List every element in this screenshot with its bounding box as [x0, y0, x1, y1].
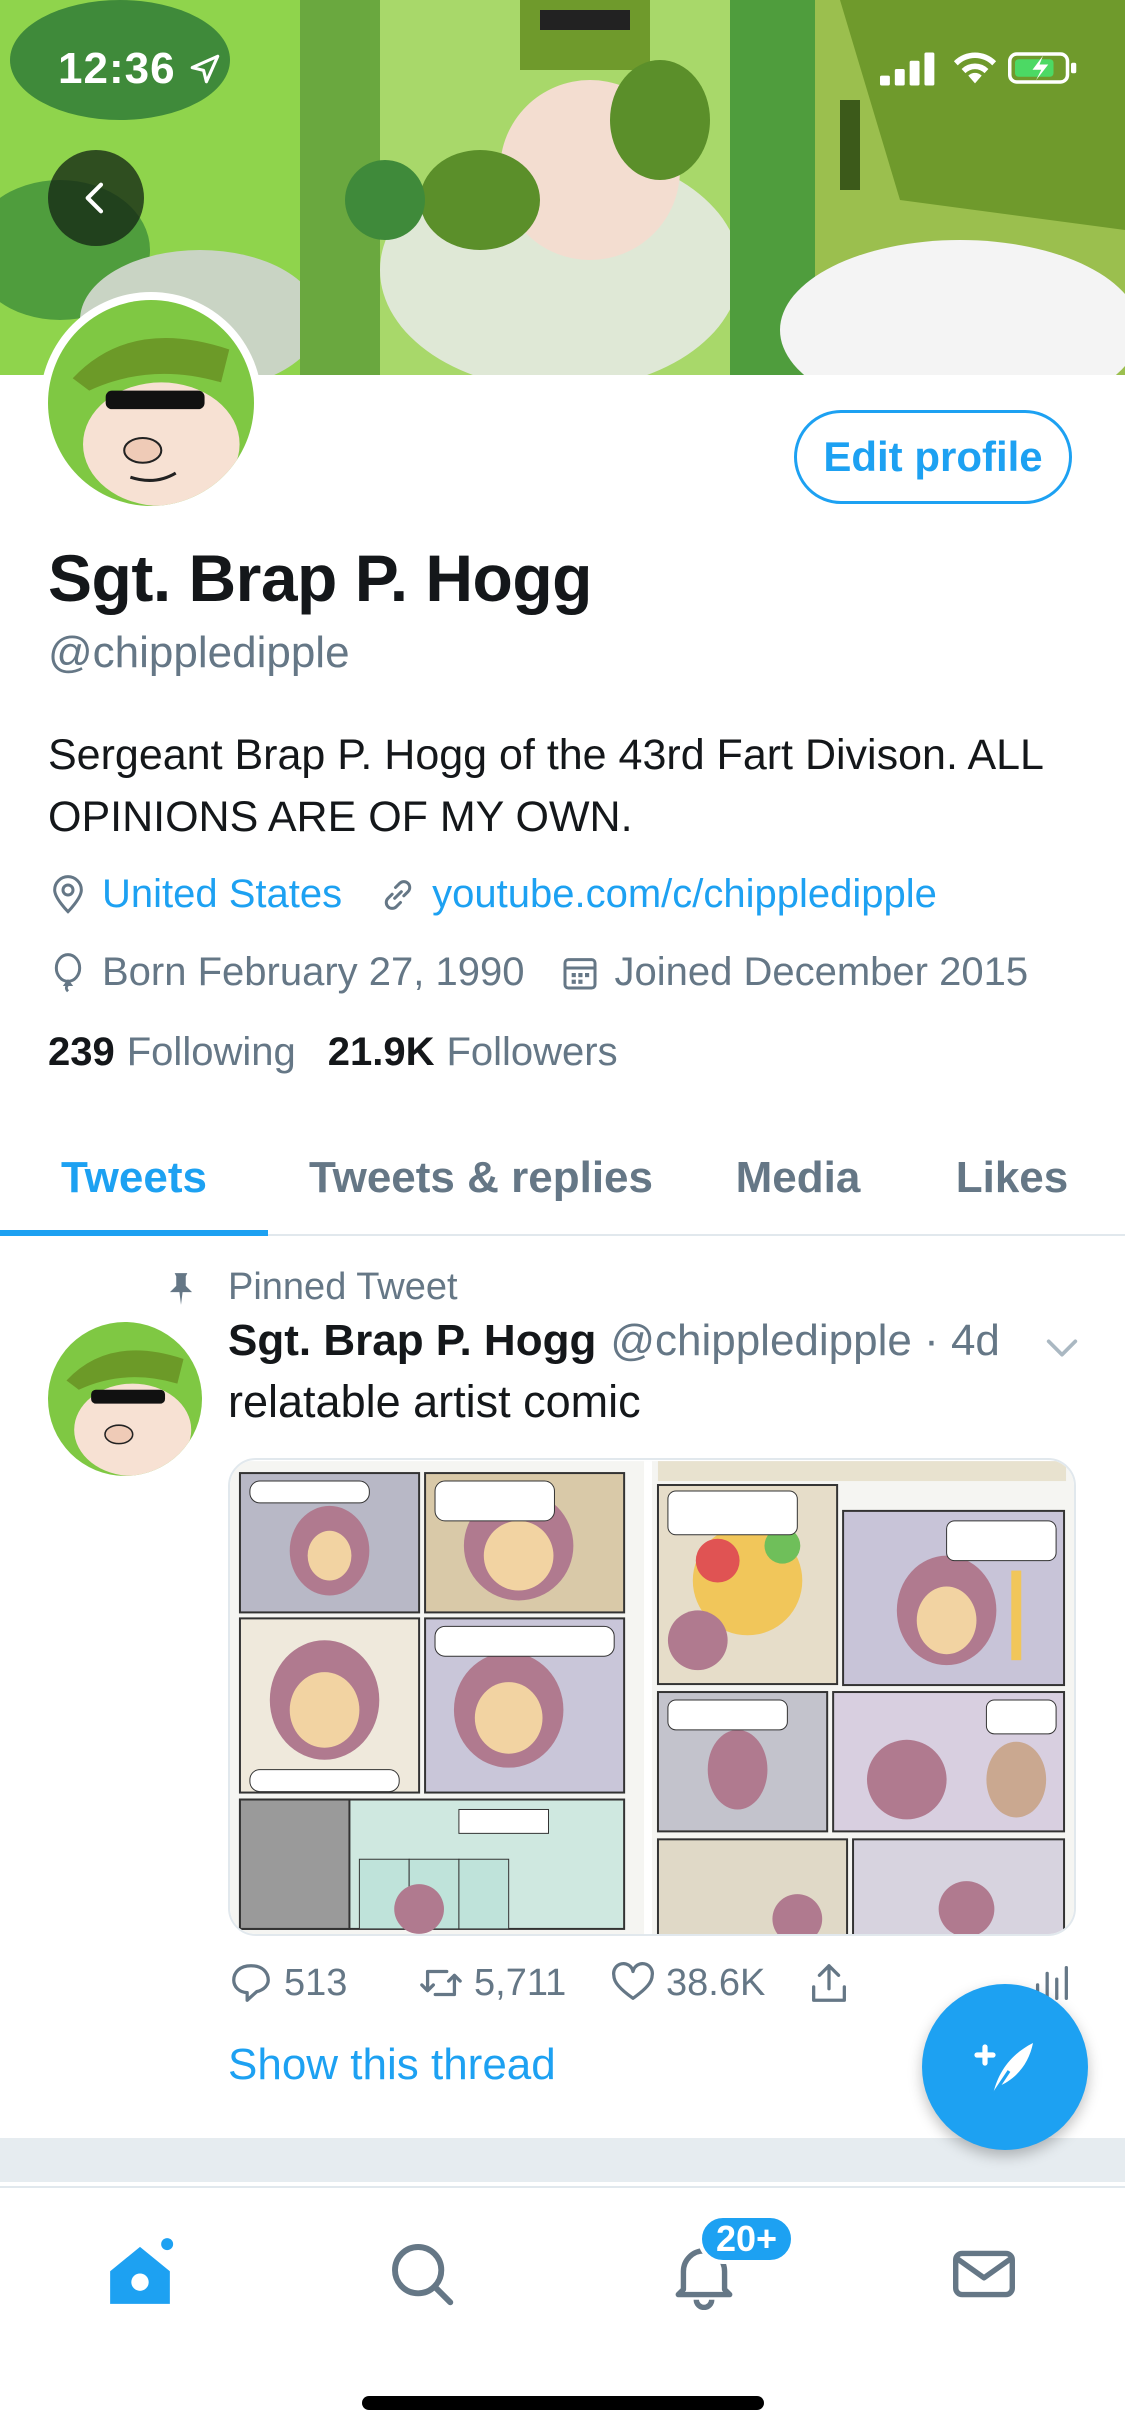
tweet-author-name[interactable]: Sgt. Brap P. Hogg [228, 1316, 596, 1366]
followers-count: 21.9K [327, 1030, 435, 1074]
profile-bio: Sergeant Brap P. Hogg of the 43rd Fart D… [48, 731, 1043, 841]
section-divider [0, 2138, 1125, 2182]
follow-stats: 239 Following 21.9K Followers [48, 1030, 650, 1075]
retweet-count: 5,711 [474, 1961, 567, 2004]
link-icon [384, 879, 412, 910]
chevron-left-icon [85, 182, 104, 214]
home-icon [110, 2238, 174, 2304]
home-indicator[interactable] [362, 2396, 764, 2410]
tweet-text: relatable artist comic [228, 1376, 641, 1427]
profile-display-name: Sgt. Brap P. Hogg [48, 541, 593, 615]
tab-likes[interactable]: Likes [924, 1120, 1100, 1236]
reply-count: 513 [284, 1961, 348, 2004]
birthday-text: Born February 27, 1990 [102, 950, 525, 994]
heart-icon [612, 1962, 654, 2000]
compose-tweet-button[interactable] [922, 1984, 1088, 2150]
profile-birthday: Born February 27, 1990 [48, 950, 524, 995]
like-button[interactable]: 38.6K [610, 1960, 765, 2006]
like-count: 38.6K [666, 1961, 766, 2004]
reply-icon [232, 1964, 270, 2002]
tweet-avatar-image [48, 1322, 202, 1476]
tweet-media[interactable] [228, 1458, 1076, 1936]
profile-tabs: Tweets Tweets & replies Media Likes [0, 1120, 1125, 1236]
edit-profile-button[interactable]: Edit profile [794, 410, 1072, 504]
wifi-icon [953, 52, 997, 84]
tweet-author-handle-time: @chippledipple · 4d [610, 1316, 1000, 1365]
following-count: 239 [48, 1030, 115, 1074]
location-arrow-icon [190, 54, 220, 84]
followers-label: Followers [446, 1030, 618, 1074]
profile-joined: Joined December 2015 [560, 950, 1028, 995]
nav-messages[interactable] [944, 2234, 1024, 2314]
profile-dates-row: Born February 27, 1990 Joined December 2… [48, 950, 1064, 995]
profile-handle: @chippledipple [48, 628, 350, 677]
profile-avatar[interactable] [40, 292, 262, 514]
messages-icon [953, 2250, 1015, 2298]
comic-image [230, 1461, 1074, 1934]
status-bar: 12:36 [0, 0, 1125, 140]
notification-badge: 20+ [698, 2214, 796, 2264]
balloon-icon [54, 952, 82, 992]
nav-home[interactable] [100, 2234, 180, 2314]
following-label: Following [126, 1030, 296, 1074]
compose-feather-icon [974, 2043, 1033, 2096]
tweet-author-avatar[interactable] [48, 1322, 202, 1476]
status-time: 12:36 [58, 44, 176, 93]
retweet-icon [420, 1969, 462, 1997]
chevron-down-icon[interactable] [1042, 1328, 1082, 1368]
retweet-button[interactable]: 5,711 [418, 1960, 566, 2006]
back-button[interactable] [48, 150, 144, 246]
profile-location: United States [48, 872, 342, 917]
search-icon [392, 2244, 454, 2306]
cellular-signal-icon [880, 52, 935, 86]
followers-stat[interactable]: 21.9K Followers [328, 1030, 618, 1075]
share-button[interactable] [806, 1960, 862, 2006]
joined-text: Joined December 2015 [614, 950, 1029, 994]
reply-button[interactable]: 513 [228, 1960, 347, 2006]
nav-search[interactable] [382, 2234, 462, 2314]
share-icon [812, 1964, 846, 2002]
location-pin-icon [53, 874, 83, 914]
tab-tweets[interactable]: Tweets [0, 1120, 268, 1236]
website-link[interactable]: youtube.com/c/chippledipple [432, 872, 937, 917]
avatar-image [48, 300, 254, 506]
tweet-header: Sgt. Brap P. Hogg @chippledipple · 4d [228, 1316, 1000, 1366]
tab-media[interactable]: Media [700, 1120, 896, 1236]
active-tab-indicator [0, 1230, 268, 1236]
pin-icon [169, 1273, 193, 1305]
following-stat[interactable]: 239 Following [48, 1030, 296, 1075]
battery-charging-icon [1008, 52, 1077, 84]
show-thread-link[interactable]: Show this thread [228, 2040, 556, 2090]
tab-tweets-replies[interactable]: Tweets & replies [278, 1120, 684, 1236]
profile-website[interactable]: youtube.com/c/chippledipple [378, 872, 937, 917]
pinned-tweet-label: Pinned Tweet [228, 1266, 458, 1308]
profile-location-link-row: United States youtube.com/c/chippledippl… [48, 872, 973, 917]
calendar-icon [563, 957, 597, 989]
location-text[interactable]: United States [102, 872, 342, 917]
